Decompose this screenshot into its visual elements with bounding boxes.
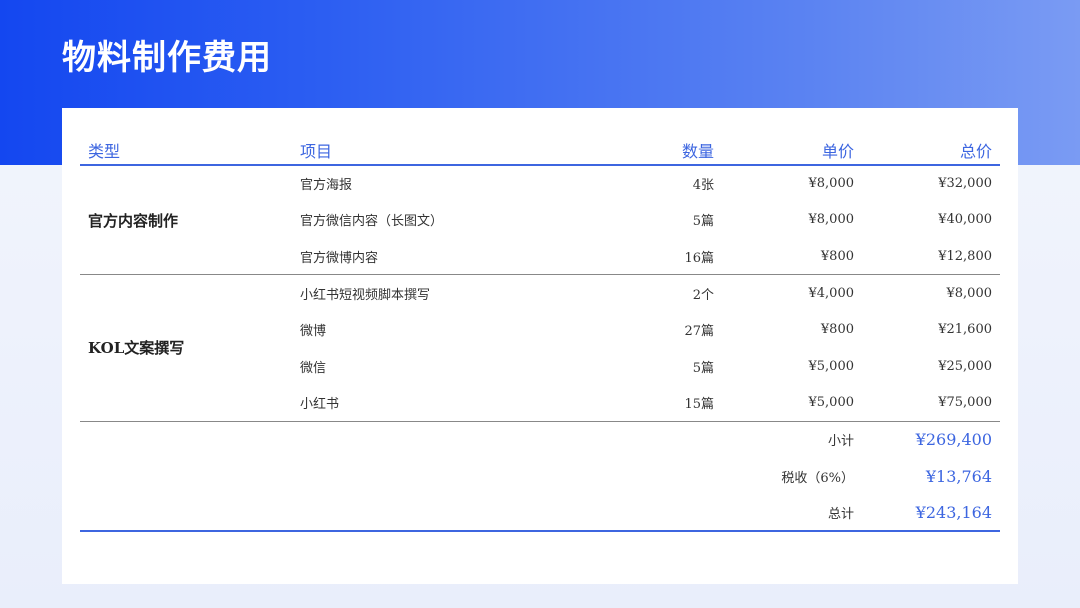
cell-qty: 16篇 (630, 238, 722, 276)
subtotal-row: 小计 ¥269,400 (80, 421, 1000, 458)
cell-unit-price: ¥800 (722, 238, 862, 276)
header-unit-price: 单价 (722, 138, 862, 166)
header-qty: 数量 (630, 138, 722, 166)
cell-item: 微信 (300, 360, 327, 376)
cell-qty: 4张 (692, 178, 714, 194)
group-name: 官方内容制作 (80, 165, 292, 276)
cell-total-price: ¥25,000 (938, 358, 992, 374)
cell-unit-price: ¥8,000 (808, 212, 855, 228)
cost-table-card: 类型 项目 数量 单价 总价 官方内容制作 官方海报 4张 ¥8,000 ¥32… (62, 108, 1018, 584)
cost-table: 类型 项目 数量 单价 总价 官方内容制作 官方海报 4张 ¥8,000 ¥32… (80, 138, 1000, 532)
tax-label: 税收（6%） (781, 470, 854, 486)
grand-total-row: 总计 ¥243,164 (80, 494, 1000, 532)
table-row: KOL文案撰写 小红书短视频脚本撰写 2个 ¥4,000 ¥8,000 (80, 274, 1000, 422)
cell-total-price: ¥12,800 (862, 238, 1000, 276)
cell-unit-price: ¥4,000 (808, 285, 855, 301)
cell-total-price: ¥40,000 (938, 212, 992, 228)
table-row: 官方内容制作 官方海报 4张 ¥8,000 ¥32,000 (80, 165, 1000, 276)
page-title: 物料制作费用 (62, 38, 272, 78)
cell-qty: 15篇 (630, 384, 722, 422)
tax-row: 税收（6%） ¥13,764 (80, 458, 1000, 495)
group-name: KOL文案撰写 (80, 274, 292, 422)
subtotal-value: ¥269,400 (915, 430, 992, 450)
tax-value: ¥13,764 (925, 466, 992, 486)
header-item: 项目 (292, 138, 630, 166)
cell-unit-price: ¥800 (820, 322, 854, 338)
cell-total-price: ¥75,000 (862, 384, 1000, 422)
grand-total-label: 总计 (722, 494, 862, 532)
cell-item: 小红书短视频脚本撰写 (300, 287, 431, 303)
cell-unit-price: ¥8,000 (808, 176, 855, 192)
cell-qty: 2个 (692, 287, 714, 303)
grand-total-value: ¥243,164 (862, 494, 1000, 532)
cell-total-price: ¥21,600 (938, 322, 992, 338)
cell-item: 微博 (300, 324, 327, 340)
cell-total-price: ¥8,000 (946, 285, 993, 301)
header-total-price: 总价 (862, 138, 1000, 166)
cell-unit-price: ¥5,000 (808, 358, 855, 374)
cell-total-price: ¥32,000 (938, 176, 992, 192)
cell-item: 小红书 (292, 384, 630, 422)
cell-qty: 5篇 (692, 214, 714, 230)
cell-item: 官方微信内容（长图文） (300, 214, 444, 230)
cell-qty: 27篇 (684, 324, 714, 340)
cell-item: 官方海报 (300, 178, 353, 194)
table-header-row: 类型 项目 数量 单价 总价 (80, 138, 1000, 166)
cell-unit-price: ¥5,000 (722, 384, 862, 422)
subtotal-label: 小计 (827, 434, 854, 450)
header-type: 类型 (80, 138, 292, 166)
cell-qty: 5篇 (692, 360, 714, 376)
cell-item: 官方微博内容 (292, 238, 630, 276)
